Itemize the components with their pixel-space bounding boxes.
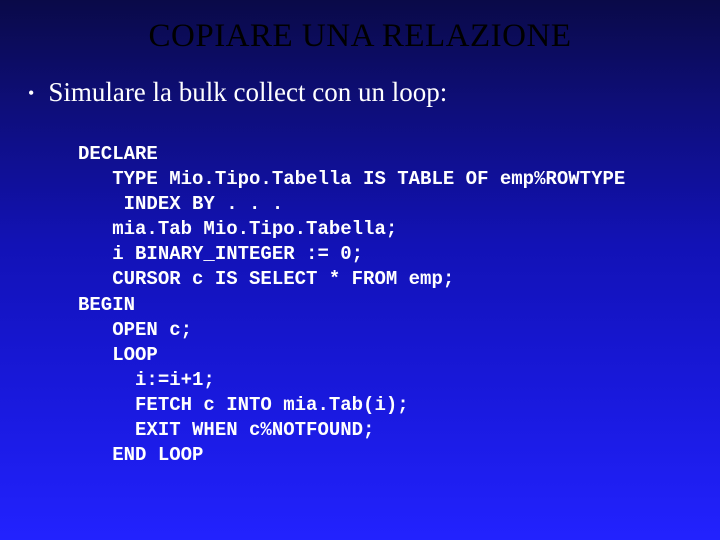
code-line: LOOP bbox=[78, 344, 158, 366]
code-line: CURSOR c IS SELECT * FROM emp; bbox=[78, 268, 454, 290]
code-line: TYPE Mio.Tipo.Tabella IS TABLE OF emp%RO… bbox=[78, 168, 625, 190]
code-line: EXIT WHEN c%NOTFOUND; bbox=[78, 419, 374, 441]
code-line: INDEX BY . . . bbox=[78, 193, 283, 215]
code-line: i BINARY_INTEGER := 0; bbox=[78, 243, 363, 265]
code-line: DECLARE bbox=[78, 143, 158, 165]
bullet-icon: • bbox=[28, 77, 34, 109]
code-line: i:=i+1; bbox=[78, 369, 215, 391]
code-line: FETCH c INTO mia.Tab(i); bbox=[78, 394, 409, 416]
code-block: DECLARE TYPE Mio.Tipo.Tabella IS TABLE O… bbox=[78, 117, 720, 468]
code-line: OPEN c; bbox=[78, 319, 192, 341]
code-line: mia.Tab Mio.Tipo.Tabella; bbox=[78, 218, 397, 240]
slide-title: COPIARE UNA RELAZIONE bbox=[0, 0, 720, 55]
code-line: BEGIN bbox=[78, 294, 135, 316]
bullet-item: • Simulare la bulk collect con un loop: bbox=[28, 77, 720, 109]
code-line: END LOOP bbox=[78, 444, 203, 466]
bullet-text: Simulare la bulk collect con un loop: bbox=[48, 77, 447, 108]
